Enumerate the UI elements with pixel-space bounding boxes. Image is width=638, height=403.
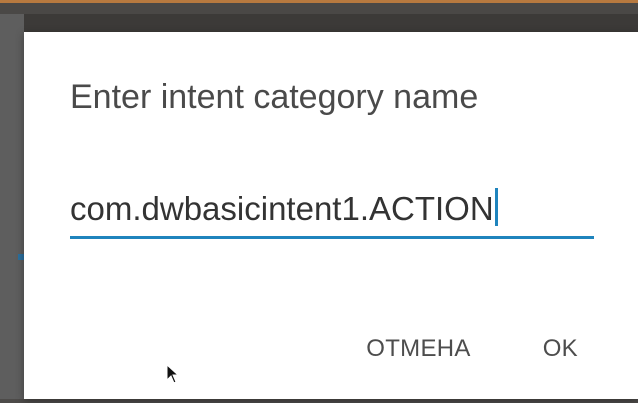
background-left-panel — [0, 14, 24, 403]
background-bottom-bar — [0, 399, 638, 403]
dialog-actions: ОТМЕНА OK — [366, 335, 578, 363]
mouse-pointer-icon — [166, 364, 180, 384]
input-value-container[interactable]: com.dwbasicintent1.ACTION — [70, 188, 498, 228]
screen: Enter intent category name com.dwbasicin… — [0, 0, 638, 403]
ok-button[interactable]: OK — [543, 335, 578, 363]
intent-category-dialog: Enter intent category name com.dwbasicin… — [24, 32, 638, 399]
intent-category-input[interactable]: com.dwbasicintent1.ACTION — [70, 184, 594, 239]
text-caret — [494, 188, 498, 226]
cancel-button[interactable]: ОТМЕНА — [366, 335, 470, 363]
background-top-bar — [0, 0, 638, 14]
dialog-title: Enter intent category name — [70, 78, 479, 116]
input-value[interactable]: com.dwbasicintent1.ACTION — [70, 190, 494, 227]
